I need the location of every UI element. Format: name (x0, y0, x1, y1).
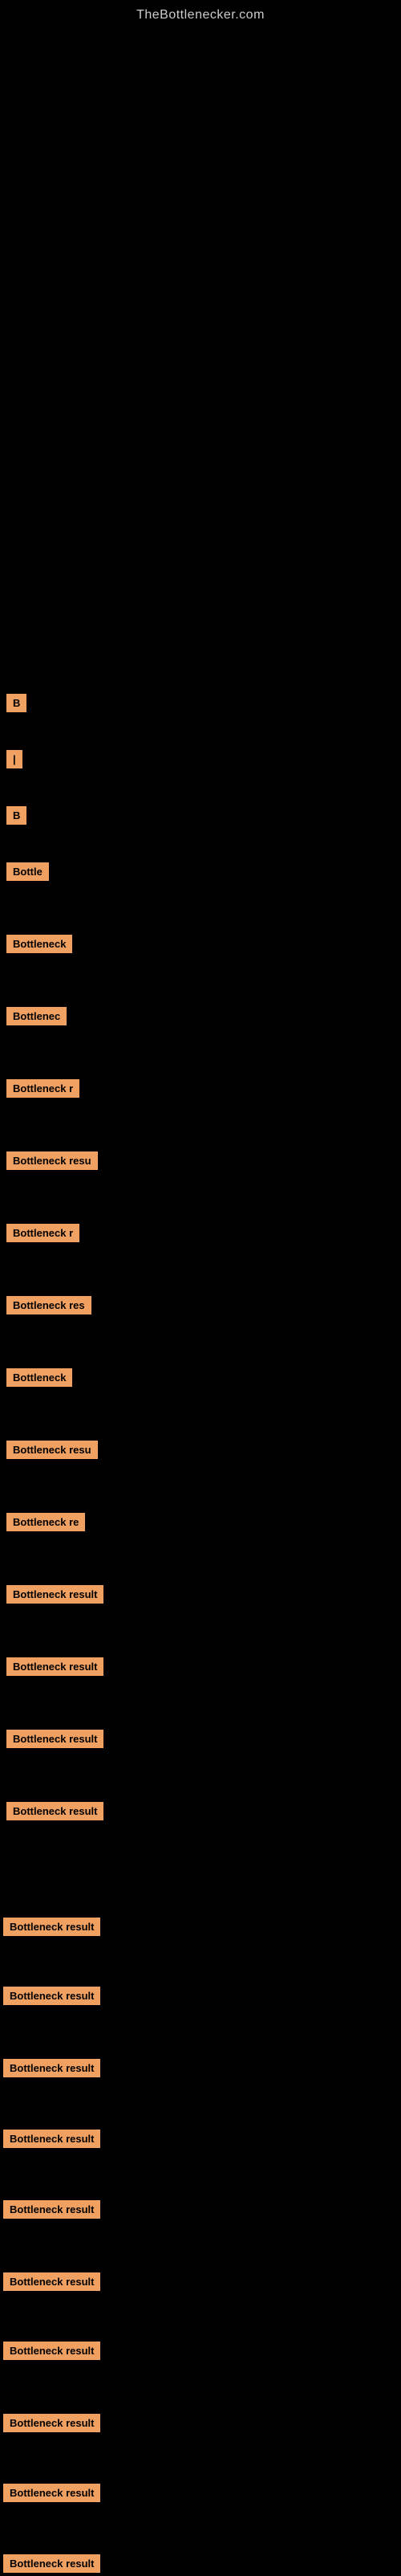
label-8: Bottleneck resu (3, 1147, 98, 1175)
label-7: Bottleneck r (3, 1074, 79, 1103)
label-10: Bottleneck res (3, 1291, 91, 1319)
label-2: | (3, 745, 22, 773)
label-15: Bottleneck result (3, 1653, 103, 1681)
label-11: Bottleneck (3, 1363, 72, 1392)
label-26: Bottleneck result (0, 2479, 100, 2507)
label-5: Bottleneck (3, 930, 72, 958)
site-header: TheBottlenecker.com (0, 0, 401, 22)
label-18: Bottleneck result (0, 1913, 100, 1941)
label-3: B (3, 801, 26, 829)
label-12: Bottleneck resu (3, 1436, 98, 1464)
label-4: Bottle (3, 858, 49, 886)
label-9: Bottleneck r (3, 1219, 79, 1247)
label-19: Bottleneck result (0, 1982, 100, 2010)
label-6: Bottlenec (3, 1002, 67, 1030)
label-22: Bottleneck result (0, 2195, 100, 2223)
label-14: Bottleneck result (3, 1580, 103, 1608)
main-content-area: B | B Bottle Bottleneck Bottlenec Bottle… (0, 22, 401, 2576)
label-21: Bottleneck result (0, 2125, 100, 2153)
label-25: Bottleneck result (0, 2409, 100, 2437)
label-23: Bottleneck result (0, 2268, 100, 2296)
label-24: Bottleneck result (0, 2337, 100, 2365)
label-1: B (3, 689, 26, 717)
label-27: Bottleneck result (0, 2550, 100, 2576)
label-16: Bottleneck result (3, 1725, 103, 1753)
label-20: Bottleneck result (0, 2054, 100, 2082)
site-title: TheBottlenecker.com (0, 0, 401, 22)
label-17: Bottleneck result (3, 1797, 103, 1825)
label-13: Bottleneck re (3, 1508, 85, 1536)
